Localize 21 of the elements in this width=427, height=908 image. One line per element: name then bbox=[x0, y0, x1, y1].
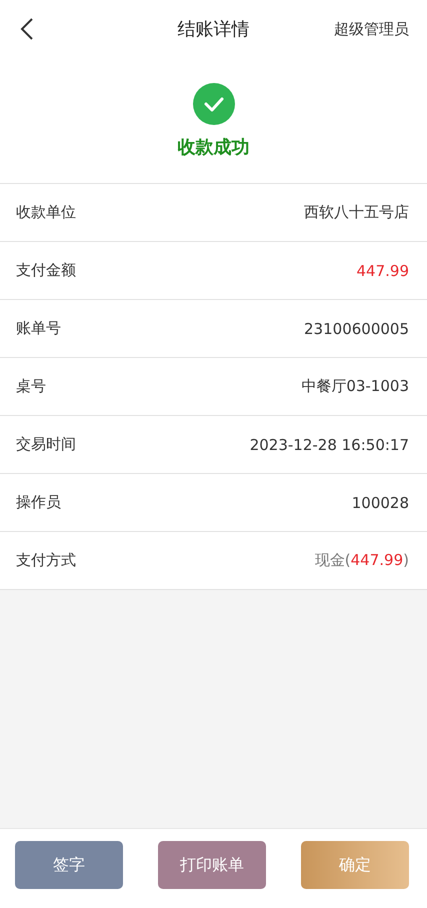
field-value: 2023-12-28 16:50:17 bbox=[250, 436, 409, 454]
field-label: 桌号 bbox=[16, 377, 46, 396]
field-value: 447.99 bbox=[356, 262, 409, 280]
field-label: 支付方式 bbox=[16, 551, 76, 570]
user-role: 超级管理员 bbox=[334, 20, 409, 38]
field-label: 账单号 bbox=[16, 319, 61, 338]
field-value: 西软八十五号店 bbox=[304, 203, 409, 222]
field-label: 支付金额 bbox=[16, 261, 76, 280]
action-button[interactable]: 打印账单 bbox=[158, 841, 266, 889]
field-value: 23100600005 bbox=[304, 320, 409, 338]
page-title: 结账详情 bbox=[178, 18, 250, 41]
action-button[interactable]: 签字 bbox=[15, 841, 123, 889]
action-button[interactable]: 确定 bbox=[301, 841, 409, 889]
field-value: 现金(447.99) bbox=[314, 551, 409, 570]
field-value: 100028 bbox=[352, 494, 409, 512]
field-label: 收款单位 bbox=[16, 203, 76, 222]
field-label: 操作员 bbox=[16, 493, 61, 512]
field-label: 交易时间 bbox=[16, 435, 76, 454]
field-value: 中餐厅03-1003 bbox=[301, 377, 409, 396]
status-text: 收款成功 bbox=[178, 136, 250, 159]
back-icon[interactable] bbox=[20, 17, 34, 41]
